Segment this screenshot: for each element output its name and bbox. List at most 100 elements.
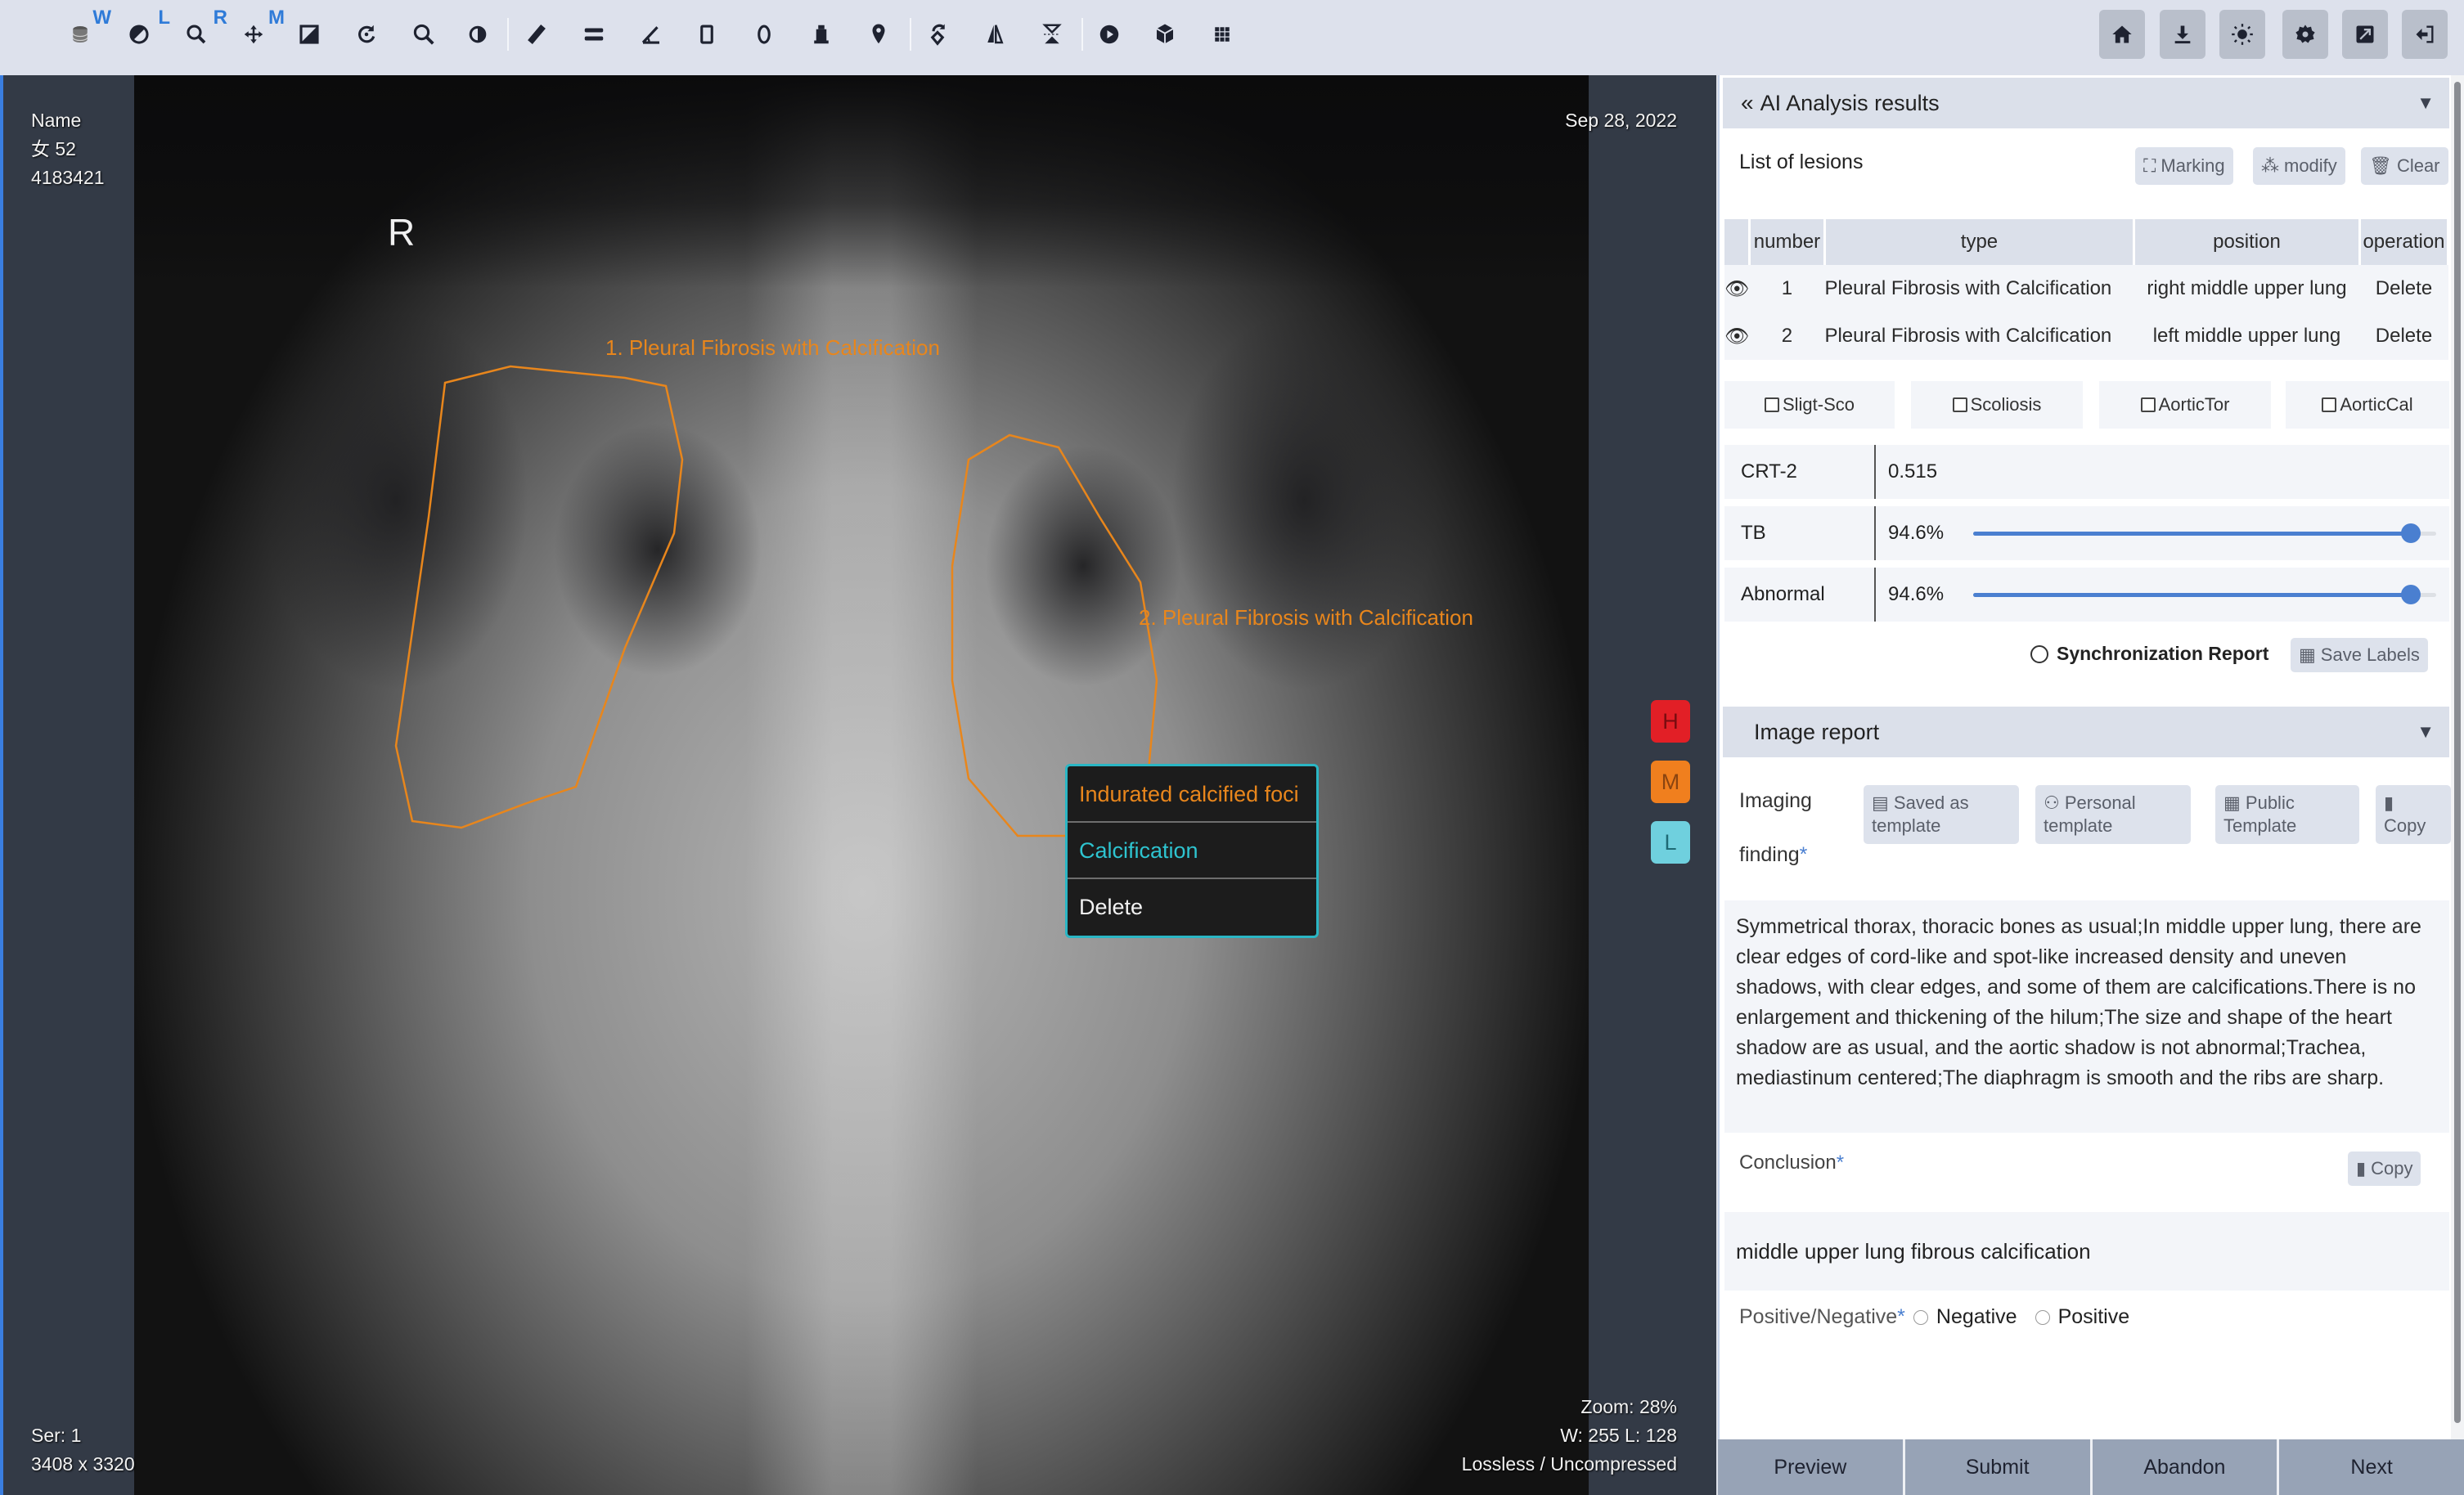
flip-rotate-tool-button[interactable]: [918, 15, 957, 54]
eye-icon[interactable]: 👁: [1724, 312, 1750, 360]
checkbox-box[interactable]: [2322, 397, 2337, 412]
pan-tool-button[interactable]: M: [234, 7, 285, 54]
zoom-tool-button[interactable]: R: [177, 7, 227, 54]
scrollbar-thumb[interactable]: [2454, 82, 2461, 1423]
crop-tool-button[interactable]: [290, 15, 329, 54]
column-header-type: type: [1824, 219, 2135, 265]
negative-radio[interactable]: [1913, 1309, 1928, 1325]
checkbox-aorticcal[interactable]: AorticCal: [2286, 381, 2449, 429]
menu-item-calcification[interactable]: Calcification: [1068, 823, 1316, 879]
brightness-button[interactable]: [2219, 10, 2265, 59]
ruler-tool-button[interactable]: [517, 15, 556, 54]
conclusion-textarea[interactable]: middle upper lung fibrous calcification: [1724, 1212, 2449, 1291]
marking-button[interactable]: ⛶ Marking: [2135, 147, 2233, 185]
submit-button[interactable]: Submit: [1904, 1439, 2090, 1495]
lesion-number: 2: [1749, 312, 1825, 360]
sync-report-radio[interactable]: [2030, 644, 2048, 663]
shortcut-label: W: [92, 7, 111, 29]
checkbox-box[interactable]: [1952, 397, 1967, 412]
menu-item-delete[interactable]: Delete: [1068, 879, 1316, 936]
metric-divider: [1874, 568, 1876, 622]
severity-high-button[interactable]: H: [1651, 700, 1690, 743]
rotate-tool-button[interactable]: [347, 15, 386, 54]
layout-tool-button[interactable]: [1203, 15, 1242, 54]
next-button[interactable]: Next: [2279, 1439, 2464, 1495]
expand-triangle-icon[interactable]: ▼: [2417, 721, 2435, 743]
abandon-button[interactable]: Abandon: [2092, 1439, 2277, 1495]
sync-report-option[interactable]: Synchronization Report: [2030, 643, 2268, 665]
checkbox-sligt-sco[interactable]: Sligt-Sco: [1724, 381, 1895, 429]
cine-play-tool-button[interactable]: [1090, 15, 1129, 54]
collapse-panel-icon[interactable]: «: [1741, 90, 1754, 116]
metric-divider: [1874, 445, 1876, 499]
lesion-label-2: 2. Pleural Fibrosis with Calcification: [1139, 605, 1473, 630]
settings-button[interactable]: [2282, 10, 2328, 59]
copy-finding-button[interactable]: ▮ Copy: [2376, 785, 2451, 844]
panel-scrollbar[interactable]: [2451, 75, 2464, 1443]
window-level-tool-button[interactable]: L: [119, 7, 170, 54]
checkbox-label: AorticCal: [2340, 394, 2413, 415]
public-template-line2: Template: [2223, 815, 2297, 836]
flip-vertical-tool-button[interactable]: [1032, 15, 1072, 54]
eye-icon[interactable]: 👁: [1724, 265, 1750, 312]
menu-item-indurated-calcified-foci[interactable]: Indurated calcified foci: [1068, 766, 1316, 823]
pan-icon: [244, 25, 263, 44]
shortcut-label: L: [158, 7, 170, 29]
column-header-number: number: [1749, 219, 1826, 265]
pin-tool-button[interactable]: [859, 15, 898, 54]
severity-medium-button[interactable]: M: [1651, 761, 1690, 803]
expand-triangle-icon[interactable]: ▼: [2417, 92, 2435, 114]
save-labels-button[interactable]: ▦ Save Labels: [2291, 638, 2428, 672]
magnifier-tool-button[interactable]: [404, 15, 443, 54]
tb-slider[interactable]: [1973, 523, 2436, 543]
clear-button[interactable]: 🗑 Clear: [2361, 147, 2448, 185]
imaging-finding-textarea[interactable]: Symmetrical thorax, thoracic bones as us…: [1724, 900, 2449, 1133]
download-button[interactable]: [2160, 10, 2205, 59]
checkbox-box[interactable]: [1764, 397, 1779, 412]
ai-analysis-header[interactable]: « AI Analysis results ▼: [1723, 78, 2449, 128]
home-button[interactable]: [2099, 10, 2145, 59]
patient-info: Name 女 52 4183421: [31, 106, 105, 192]
image-viewport[interactable]: Name 女 52 4183421 Sep 28, 2022 R Ser: 1 …: [0, 75, 1716, 1495]
angle-tool-button[interactable]: [632, 15, 671, 54]
severity-low-button[interactable]: L: [1651, 821, 1690, 864]
report-action-bar: Preview Submit Abandon Next: [1718, 1439, 2464, 1495]
invert-tool-button[interactable]: [458, 15, 497, 54]
checkbox-aortictor[interactable]: AorticTor: [2099, 381, 2271, 429]
slider-handle[interactable]: [2401, 585, 2421, 604]
preview-button[interactable]: Preview: [1718, 1439, 1903, 1495]
3d-cube-icon: [1156, 24, 1174, 44]
bidirectional-tool-button[interactable]: [574, 15, 614, 54]
fullscreen-icon: [2356, 25, 2374, 43]
checkbox-box[interactable]: [2140, 397, 2156, 412]
posneg-label-text: Positive/Negative: [1739, 1305, 1898, 1328]
3d-tool-button[interactable]: [1145, 15, 1185, 54]
zoom-icon: [187, 25, 206, 44]
copy-conclusion-button[interactable]: ▮ Copy: [2348, 1152, 2421, 1186]
clear-label: Clear: [2396, 155, 2440, 176]
ellipse-roi-tool-button[interactable]: [744, 15, 784, 54]
probe-tool-button[interactable]: [802, 15, 841, 54]
delete-lesion-link[interactable]: Delete: [2359, 312, 2448, 360]
slider-handle[interactable]: [2401, 523, 2421, 543]
positive-radio[interactable]: [2035, 1309, 2050, 1325]
delete-lesion-link[interactable]: Delete: [2359, 265, 2448, 312]
rectangle-roi-tool-button[interactable]: [687, 15, 726, 54]
save-as-template-button[interactable]: ▤ Saved as template: [1864, 785, 2019, 844]
flip-horizontal-tool-button[interactable]: [975, 15, 1014, 54]
fullscreen-button[interactable]: [2342, 10, 2388, 59]
xray-image[interactable]: [134, 75, 1589, 1495]
checkbox-scoliosis[interactable]: Scoliosis: [1911, 381, 2083, 429]
logout-button[interactable]: [2402, 10, 2448, 59]
required-mark: *: [1897, 1305, 1905, 1328]
public-template-text: Public: [2245, 792, 2295, 813]
abnormal-slider[interactable]: [1973, 585, 2436, 604]
public-template-button[interactable]: ▦ Public Template: [2215, 785, 2359, 844]
save-template-line1: ▤ Saved as: [1872, 792, 1969, 813]
analysis-panel: « AI Analysis results ▼ List of lesions …: [1718, 75, 2451, 1495]
stack-tool-button[interactable]: W: [61, 7, 111, 54]
shortcut-label: R: [213, 7, 227, 29]
image-report-header[interactable]: Image report ▼: [1723, 707, 2449, 757]
modify-button[interactable]: ⁂ modify: [2253, 147, 2345, 185]
personal-template-button[interactable]: ⚇ Personal template: [2035, 785, 2191, 844]
